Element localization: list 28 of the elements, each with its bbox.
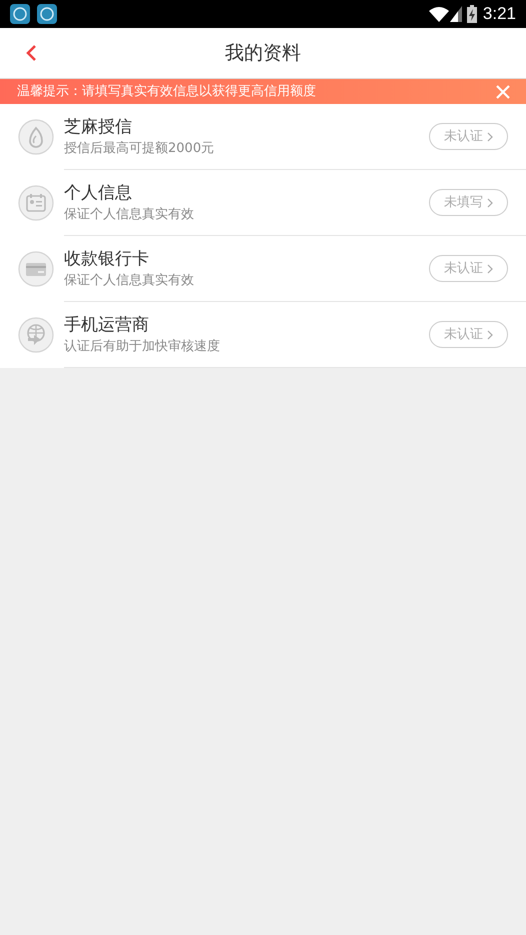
item-subtitle: 保证个人信息真实有效 (64, 206, 195, 224)
item-subtitle: 认证后有助于加快审核速度 (64, 338, 221, 356)
id-card-icon (18, 185, 54, 221)
chevron-icon (487, 330, 493, 340)
app-icon[interactable] (37, 4, 57, 24)
status-time: 3:21 (482, 3, 516, 26)
list-item[interactable]: 个人信息 保证个人信息真实有效 未填写 (0, 170, 526, 236)
item-title: 个人信息 (64, 182, 133, 204)
item-title: 手机运营商 (64, 314, 150, 336)
bank-card-icon (18, 251, 54, 287)
chevron-icon (487, 198, 493, 208)
item-title: 收款银行卡 (64, 248, 150, 270)
chevron-icon (487, 264, 493, 274)
page-title: 我的资料 (225, 40, 301, 66)
back-icon (26, 44, 36, 62)
item-title: 芝麻授信 (64, 116, 133, 138)
item-subtitle: 授信后最高可提额2000元 (64, 140, 216, 158)
globe-icon (18, 317, 54, 353)
battery-icon (466, 5, 477, 23)
item-subtitle: 保证个人信息真实有效 (64, 272, 195, 290)
app-icon[interactable] (10, 4, 30, 24)
notice-text: 温馨提示：请填写真实有效信息以获得更高信用额度 (17, 82, 317, 101)
close-icon (496, 84, 510, 98)
chevron-icon (487, 132, 493, 142)
list-item[interactable]: 收款银行卡 保证个人信息真实有效 未认证 (0, 236, 526, 302)
list-item[interactable]: 芝麻授信 授信后最高可提额2000元 未认证 (0, 104, 526, 170)
list-item[interactable]: 手机运营商 认证后有助于加快审核速度 未认证 (0, 302, 526, 368)
signal-icon (450, 6, 462, 22)
